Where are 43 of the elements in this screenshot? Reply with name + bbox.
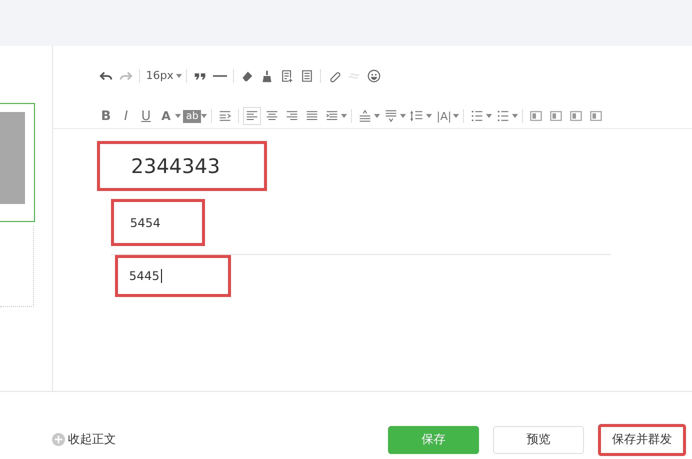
spacing-below-icon (384, 109, 398, 124)
brush-icon (260, 68, 274, 83)
paragraph-text: 2344343 (131, 154, 220, 178)
caret-icon[interactable] (400, 114, 406, 118)
layout-icon (589, 109, 604, 124)
bold-button[interactable]: B (97, 106, 115, 126)
italic-button[interactable]: I (117, 106, 135, 126)
font-color-button[interactable]: A (157, 107, 175, 126)
caret-icon[interactable] (374, 114, 380, 118)
caret-icon[interactable] (201, 114, 208, 118)
cover-thumbnail[interactable] (0, 103, 35, 222)
smiley-icon (366, 68, 380, 83)
layout-icon (529, 109, 544, 124)
list-icon (470, 109, 484, 124)
caret-icon[interactable] (486, 114, 492, 118)
horizontal-rule-button[interactable] (210, 72, 228, 79)
caret-icon[interactable] (175, 114, 181, 118)
line-height-icon (410, 109, 424, 124)
indent-icon (218, 109, 232, 124)
background-color-button[interactable]: ab (183, 110, 202, 123)
plus-circle-icon (52, 433, 65, 446)
save-button[interactable]: 保存 (388, 426, 479, 454)
caret-icon[interactable] (426, 114, 432, 118)
collapse-body-link[interactable]: 收起正文 (52, 431, 116, 448)
layout-icon (549, 109, 564, 124)
document-icon (300, 68, 314, 83)
paragraph-text: 5454 (130, 216, 161, 230)
save-and-send-button[interactable]: 保存并群发 (598, 424, 686, 456)
list-icon (496, 109, 510, 124)
paragraph-text: 5445 (129, 269, 160, 283)
caret-icon[interactable] (341, 114, 348, 118)
font-size-dropdown[interactable]: 16px (144, 67, 176, 84)
preview-button[interactable]: 预览 (493, 426, 584, 454)
caret-icon[interactable] (176, 74, 182, 78)
horizontal-rule-icon (212, 74, 226, 77)
layout-icon (569, 109, 584, 124)
caret-icon[interactable] (512, 114, 518, 118)
caret-icon[interactable] (453, 114, 460, 118)
letter-spacing-button[interactable]: |A| (434, 108, 454, 125)
spacing-above-icon (358, 109, 372, 124)
underline-button[interactable]: U (137, 106, 155, 126)
document-plus-icon (280, 68, 294, 83)
align-left-button[interactable] (243, 107, 262, 126)
